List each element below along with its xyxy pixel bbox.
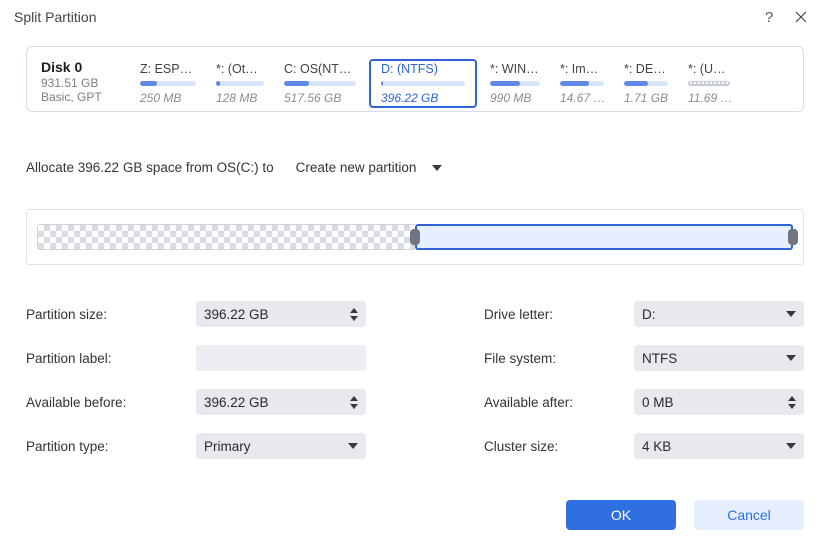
partition-size: 11.69 … bbox=[688, 91, 730, 105]
partition-label: *: Ima… bbox=[560, 62, 604, 76]
slider-left-region bbox=[37, 224, 415, 250]
disk-capacity: 931.51 GB bbox=[41, 76, 127, 90]
cluster-size-label: Cluster size: bbox=[484, 439, 634, 454]
close-icon[interactable] bbox=[786, 2, 816, 32]
disk-card: Disk 0 931.51 GB Basic, GPT Z: ESP… 250 M… bbox=[26, 46, 804, 112]
drive-letter-select[interactable]: D: bbox=[634, 301, 804, 327]
partition-size-field[interactable]: 396.22 GB bbox=[196, 301, 366, 327]
partition-label: *: DEL… bbox=[624, 62, 668, 76]
partition-size: 14.67 … bbox=[560, 91, 604, 105]
partition-item[interactable]: *: Ima… 14.67 … bbox=[553, 59, 611, 108]
partition-usage-bar bbox=[688, 81, 730, 86]
allocate-target-select[interactable]: Create new partition bbox=[284, 154, 455, 181]
ok-button[interactable]: OK bbox=[566, 500, 676, 530]
partition-usage-bar bbox=[216, 81, 264, 86]
partition-usage-bar bbox=[490, 81, 540, 86]
spinner-icon[interactable] bbox=[350, 308, 358, 321]
chevron-down-icon bbox=[786, 443, 796, 449]
chevron-down-icon bbox=[432, 165, 442, 171]
partition-size-label: Partition size: bbox=[26, 307, 196, 322]
disk-name: Disk 0 bbox=[41, 59, 127, 75]
partition-usage-bar bbox=[381, 81, 465, 86]
available-before-label: Available before: bbox=[26, 395, 196, 410]
partition-size: 1.71 GB bbox=[624, 91, 668, 105]
cancel-button[interactable]: Cancel bbox=[694, 500, 804, 530]
partition-item[interactable]: *: WIN… 990 MB bbox=[483, 59, 547, 108]
available-after-field[interactable]: 0 MB bbox=[634, 389, 804, 415]
disk-info: Disk 0 931.51 GB Basic, GPT bbox=[41, 59, 133, 104]
title-bar: Split Partition ? bbox=[0, 0, 830, 34]
partition-label: D: (NTFS) bbox=[381, 62, 465, 76]
partition-usage-bar bbox=[624, 81, 668, 86]
form-grid: Partition size: 396.22 GB Drive letter: … bbox=[26, 301, 804, 459]
partition-label-label: Partition label: bbox=[26, 351, 196, 366]
partition-size: 128 MB bbox=[216, 91, 264, 105]
partition-item[interactable]: Z: ESP… 250 MB bbox=[133, 59, 203, 108]
partition-item[interactable]: D: (NTFS) 396.22 GB bbox=[369, 59, 477, 108]
slider-handle-left[interactable] bbox=[410, 229, 420, 245]
partition-size: 250 MB bbox=[140, 91, 196, 105]
partition-usage-bar bbox=[560, 81, 604, 86]
dialog-footer: OK Cancel bbox=[566, 500, 804, 530]
partition-usage-bar bbox=[284, 81, 356, 86]
partition-type-select[interactable]: Primary bbox=[196, 433, 366, 459]
available-after-label: Available after: bbox=[484, 395, 634, 410]
chevron-down-icon bbox=[786, 311, 796, 317]
partition-size: 990 MB bbox=[490, 91, 540, 105]
partition-size: 517.56 GB bbox=[284, 91, 356, 105]
chevron-down-icon bbox=[786, 355, 796, 361]
partition-label-field[interactable] bbox=[196, 345, 366, 371]
chevron-down-icon bbox=[348, 443, 358, 449]
partition-list: Z: ESP… 250 MB *: (Oth… 128 MB C: OS(NTFS) 51… bbox=[133, 59, 791, 108]
allocate-text: Allocate 396.22 GB space from OS(C:) to bbox=[26, 160, 274, 175]
spinner-icon[interactable] bbox=[788, 396, 796, 409]
partition-label: *: (Oth… bbox=[216, 62, 264, 76]
allocate-target-value: Create new partition bbox=[296, 160, 417, 175]
partition-label: *: WIN… bbox=[490, 62, 540, 76]
partition-item[interactable]: C: OS(NTFS) 517.56 GB bbox=[277, 59, 363, 108]
slider-right-region bbox=[415, 224, 793, 250]
disk-type: Basic, GPT bbox=[41, 90, 127, 104]
size-slider[interactable] bbox=[26, 209, 804, 265]
cluster-size-select[interactable]: 4 KB bbox=[634, 433, 804, 459]
partition-size: 396.22 GB bbox=[381, 91, 465, 105]
partition-usage-bar bbox=[140, 81, 196, 86]
file-system-select[interactable]: NTFS bbox=[634, 345, 804, 371]
partition-type-label: Partition type: bbox=[26, 439, 196, 454]
drive-letter-label: Drive letter: bbox=[484, 307, 634, 322]
file-system-label: File system: bbox=[484, 351, 634, 366]
partition-item[interactable]: *: (Oth… 128 MB bbox=[209, 59, 271, 108]
help-icon[interactable]: ? bbox=[754, 2, 784, 32]
allocate-row: Allocate 396.22 GB space from OS(C:) to … bbox=[26, 154, 804, 181]
slider-handle-right[interactable] bbox=[788, 229, 798, 245]
partition-label: C: OS(NTFS) bbox=[284, 62, 356, 76]
partition-label: *: (Un… bbox=[688, 62, 730, 76]
partition-item[interactable]: *: DEL… 1.71 GB bbox=[617, 59, 675, 108]
window-title: Split Partition bbox=[14, 9, 96, 25]
partition-item[interactable]: *: (Un… 11.69 … bbox=[681, 59, 737, 108]
partition-label: Z: ESP… bbox=[140, 62, 196, 76]
available-before-field[interactable]: 396.22 GB bbox=[196, 389, 366, 415]
spinner-icon[interactable] bbox=[350, 396, 358, 409]
